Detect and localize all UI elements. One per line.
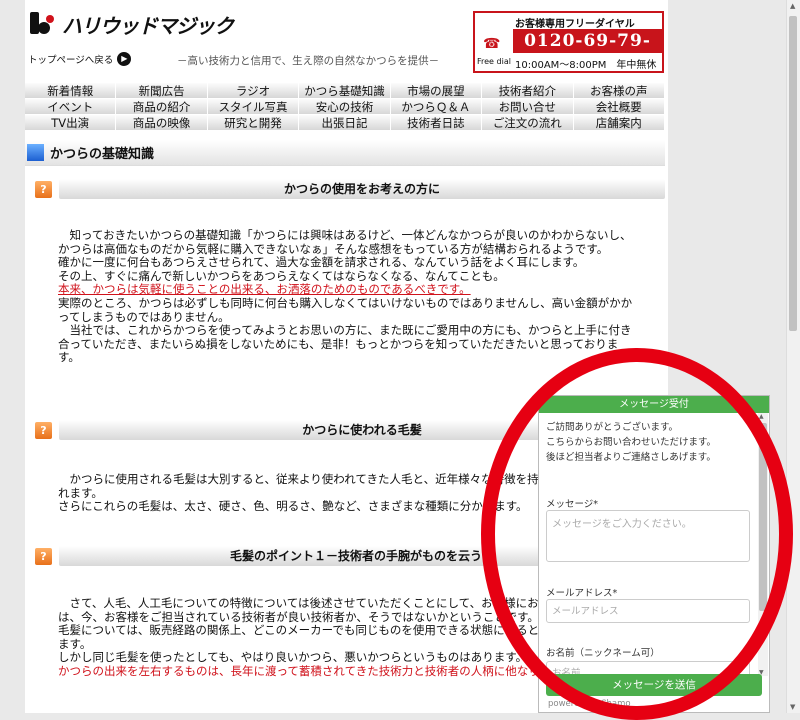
- nav-item[interactable]: ご注文の流れ: [482, 115, 574, 131]
- nav-item[interactable]: 研究と開発: [207, 115, 300, 131]
- nav-item[interactable]: かつらＱ＆Ａ: [390, 99, 483, 115]
- powered-by: powered by Chamo: [548, 699, 631, 709]
- nav-item[interactable]: お問い合せ: [482, 99, 574, 115]
- greeting-line: こちらからお問い合わせいただけます。: [546, 437, 717, 448]
- scroll-up-icon[interactable]: ▲: [790, 2, 795, 10]
- nav-item[interactable]: 市場の展望: [390, 83, 483, 99]
- greeting-line: ご訪問ありがとうございます。: [546, 422, 679, 433]
- message-input[interactable]: [546, 510, 750, 562]
- paragraph-line: 実際のところ、かつらは必ずしも同時に何台も購入しなくてはいけないものではありませ…: [58, 295, 633, 324]
- send-message-button[interactable]: メッセージを送信: [546, 674, 762, 696]
- nav-item[interactable]: お客様の声: [573, 83, 665, 99]
- paragraph-line: 本来、かつらは気軽に使うことの出来る、お洒落のためのものであるべきです。: [58, 282, 471, 297]
- freedial-hours: 10:00AM～8:00PM 年中無休: [515, 60, 657, 71]
- email-label: メールアドレス*: [546, 588, 618, 599]
- nav-item[interactable]: かつら基礎知識: [299, 83, 391, 99]
- question-icon: ?: [35, 421, 52, 439]
- page-title-bar: かつらの基礎知識: [25, 140, 665, 166]
- logo-text: ハリウッドマジック: [62, 14, 234, 38]
- nav-item[interactable]: 出張日記: [299, 115, 391, 131]
- section-body-1: 知っておきたいかつらの基礎知識「かつらには興味はあるけど、一体どんなかつらが良い…: [58, 228, 638, 365]
- logo-mark-icon: [30, 11, 56, 38]
- chat-body: ご訪問ありがとうございます。 こちらからお問い合わせいただけます。 後ほど担当者…: [539, 413, 757, 712]
- freedial-icon: ☎: [483, 36, 501, 52]
- paragraph-line: その上、すぐに痛んで新しいかつらをあつらえなくてはならなくなる、なんてことも。: [58, 268, 505, 283]
- greeting-line: 後ほど担当者よりご連絡さしあげます。: [546, 452, 716, 463]
- name-label: お名前（ニックネーム可）: [546, 648, 660, 659]
- tagline: －高い技術力と信用で、生え際の自然なかつらを提供－: [177, 55, 440, 67]
- section-header-1: ? かつらの使用をお考えの方に: [35, 178, 665, 200]
- top-page-link[interactable]: トップページへ戻る ▶: [28, 52, 132, 66]
- message-label: メッセージ*: [546, 499, 599, 510]
- nav-item[interactable]: イベント: [25, 99, 117, 115]
- page-title: かつらの基礎知識: [50, 147, 155, 162]
- scrollbar-thumb[interactable]: [789, 16, 797, 331]
- nav-row: イベント 商品の紹介 スタイル写真 安心の技術 かつらＱ＆Ａ お問い合せ 会社概要: [25, 99, 665, 115]
- chat-widget: メッセージ受付 ご訪問ありがとうございます。 こちらからお問い合わせいただけます…: [538, 395, 770, 713]
- chat-scroll-up-icon[interactable]: ▲: [759, 413, 764, 420]
- freedial-label: Free dial: [477, 57, 511, 66]
- page-scrollbar[interactable]: ▲ ▼: [786, 0, 800, 713]
- nav-item[interactable]: スタイル写真: [207, 99, 300, 115]
- chat-scrollbar[interactable]: ▲ ▼: [758, 413, 768, 676]
- chat-header[interactable]: メッセージ受付: [539, 396, 769, 413]
- site-logo[interactable]: ハリウッドマジック: [30, 10, 234, 39]
- freedial-box[interactable]: お客様専用フリーダイヤル ☎ Free dial 0120-69-79-89 1…: [473, 11, 664, 75]
- title-square-icon: [27, 144, 44, 161]
- paragraph-line: 知っておきたいかつらの基礎知識「かつらには興味はあるけど、一体どんなかつらが良い…: [58, 228, 632, 256]
- freedial-heading: お客様専用フリーダイヤル: [515, 19, 635, 30]
- paragraph-line: 確かに一度に何台もあつらえさせられて、過大な金額を請求される、なんていう話をよく…: [58, 255, 585, 270]
- section-title: かつらの使用をお考えの方に: [283, 182, 440, 196]
- chat-greeting: ご訪問ありがとうございます。 こちらからお問い合わせいただけます。 後ほど担当者…: [546, 420, 716, 465]
- top-page-link-label: トップページへ戻る: [28, 55, 114, 66]
- nav-item[interactable]: TV出演: [25, 115, 117, 131]
- chat-scrollbar-thumb[interactable]: [759, 423, 767, 611]
- nav-item[interactable]: 技術者紹介: [482, 83, 574, 99]
- question-icon: ?: [35, 547, 52, 565]
- nav-item[interactable]: ラジオ: [207, 83, 300, 99]
- question-icon: ?: [35, 180, 52, 198]
- nav-row: TV出演 商品の映像 研究と開発 出張日記 技術者日誌 ご注文の流れ 店舗案内: [25, 115, 665, 131]
- nav-item[interactable]: 新着情報: [25, 83, 117, 99]
- freedial-number: 0120-69-79-89: [513, 29, 662, 75]
- email-input[interactable]: [546, 599, 750, 623]
- nav-item[interactable]: 技術者日誌: [390, 115, 483, 131]
- nav-item[interactable]: 安心の技術: [299, 99, 391, 115]
- nav-row: 新着情報 新聞広告 ラジオ かつら基礎知識 市場の展望 技術者紹介 お客様の声: [25, 83, 665, 99]
- paragraph-line: 当社では、これからかつらを使ってみようとお思いの方に、また既にご愛用中の方にも、…: [58, 323, 632, 365]
- scroll-down-icon[interactable]: ▼: [790, 703, 795, 711]
- play-arrow-icon: ▶: [117, 52, 132, 66]
- nav-item[interactable]: 会社概要: [573, 99, 665, 115]
- nav-item[interactable]: 店舗案内: [573, 115, 665, 131]
- nav-item[interactable]: 新聞広告: [116, 83, 208, 99]
- main-nav: 新着情報 新聞広告 ラジオ かつら基礎知識 市場の展望 技術者紹介 お客様の声 イベント 商品の…: [25, 83, 665, 131]
- nav-item[interactable]: 商品の映像: [116, 115, 208, 131]
- nav-item[interactable]: 商品の紹介: [116, 99, 208, 115]
